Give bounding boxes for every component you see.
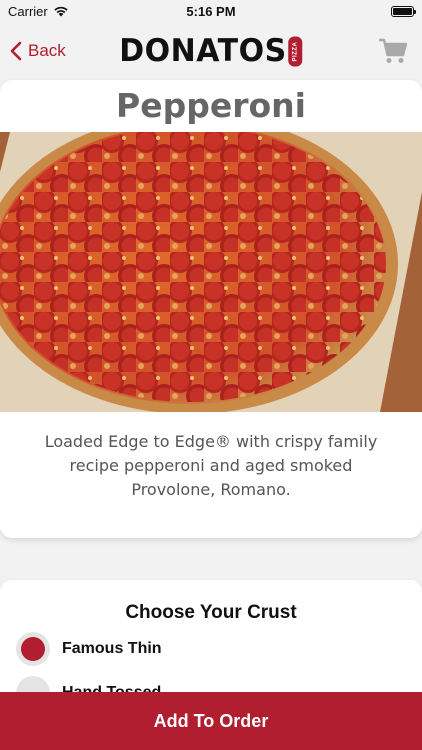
status-left: Carrier: [8, 4, 69, 19]
battery-level: [393, 7, 412, 15]
crust-heading: Choose Your Crust: [125, 602, 297, 623]
back-button[interactable]: Back: [10, 41, 66, 61]
logo-badge: PIZZA: [288, 36, 303, 66]
carrier-label: Carrier: [8, 3, 48, 19]
product-card: Pepperoni Loaded Edge to Edge® with cris…: [0, 80, 422, 538]
radio-selected[interactable]: [16, 632, 50, 666]
radio-dot: [21, 637, 45, 661]
battery-icon: [391, 5, 416, 17]
nav-bar: Back DONATOS PIZZA: [0, 22, 422, 80]
crust-option-label: Famous Thin: [62, 640, 162, 657]
pizza-image: [0, 132, 422, 412]
product-title: Pepperoni: [116, 86, 306, 125]
donatos-logo: DONATOS PIZZA: [119, 32, 303, 70]
product-description: Loaded Edge to Edge® with crispy family …: [44, 432, 378, 499]
logo-text: DONATOS: [119, 32, 287, 70]
add-to-order-button[interactable]: Add To Order: [0, 692, 422, 750]
status-bar: Carrier 5:16 PM: [0, 0, 422, 22]
cart-icon[interactable]: [378, 37, 408, 65]
crust-option-famous-thin[interactable]: Famous Thin: [16, 632, 162, 666]
chevron-left-icon: [10, 41, 22, 61]
wifi-icon: [54, 6, 68, 17]
back-label: Back: [28, 41, 66, 60]
